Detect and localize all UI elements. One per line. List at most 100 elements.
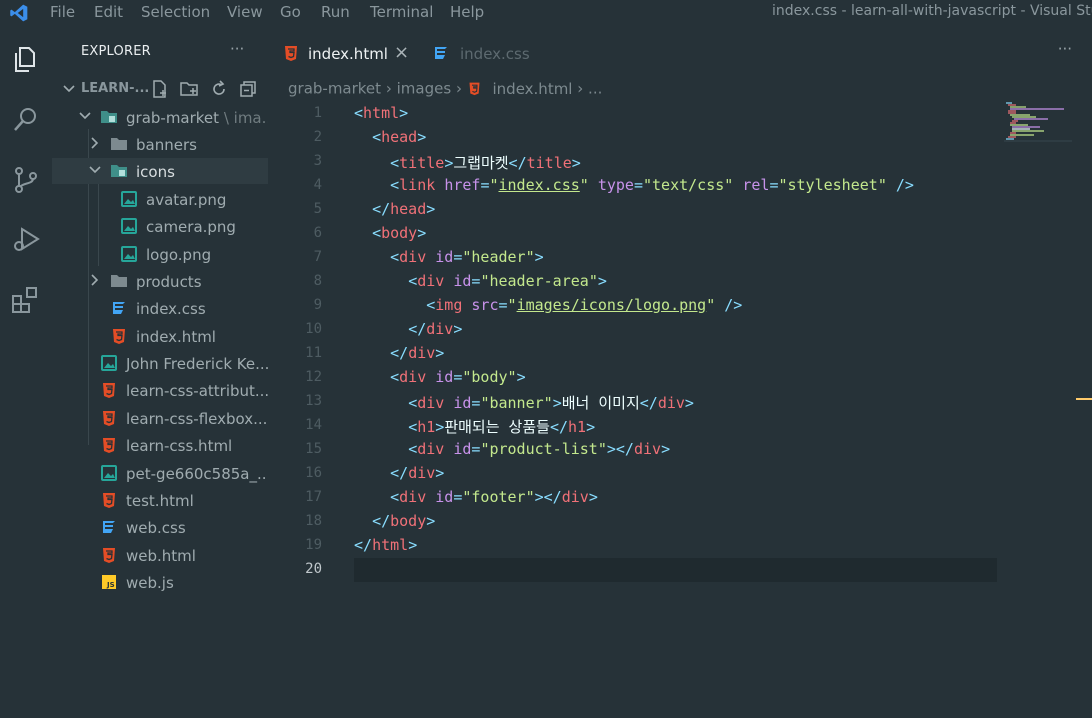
tree-label: test.html: [126, 492, 194, 510]
tree-item-icons[interactable]: icons: [52, 158, 268, 184]
code-line: 18 </body>: [268, 510, 1092, 534]
tree-item-camera-png[interactable]: camera.png: [52, 213, 268, 239]
menu-edit[interactable]: Edit: [94, 3, 123, 21]
new-folder-icon[interactable]: [179, 79, 199, 99]
tree-item-test-html[interactable]: test.html: [52, 487, 268, 513]
tree-item-learn-css-html[interactable]: learn-css.html: [52, 432, 268, 458]
line-number: 20: [305, 561, 322, 577]
tree-item-learn-css-flexbox[interactable]: learn-css-flexbox....: [52, 405, 272, 431]
close-icon[interactable]: ×: [394, 42, 409, 63]
breadcrumb-item[interactable]: images: [397, 80, 452, 98]
css-file-icon: [113, 302, 125, 314]
code-line: 4 <link href="index.css" type="text/css"…: [268, 174, 1092, 198]
line-number: 13: [305, 393, 322, 409]
refresh-icon[interactable]: [209, 79, 229, 99]
current-line-highlight: [354, 558, 997, 582]
breadcrumb-item[interactable]: ...: [588, 80, 602, 98]
tree-label: learn-css-attribut...: [126, 382, 270, 400]
tab-index-html[interactable]: index.html ×: [268, 36, 418, 72]
workspace-root[interactable]: LEARN-...: [52, 78, 268, 100]
line-number: 6: [313, 225, 322, 241]
explorer-more-button[interactable]: ···: [230, 40, 244, 58]
tree-item-banners[interactable]: banners: [52, 131, 268, 157]
js-file-icon: JS: [102, 575, 116, 589]
code-line: 6 <body>: [268, 222, 1092, 246]
activity-bar: [0, 36, 52, 718]
code-line: 15 <div id="product-list"></div>: [268, 438, 1092, 462]
editor-more-actions-button[interactable]: ···: [1058, 40, 1072, 58]
menu-terminal[interactable]: Terminal: [370, 3, 433, 21]
menu-selection[interactable]: Selection: [141, 3, 210, 21]
img-src-value[interactable]: images/icons/logo.png: [517, 296, 707, 314]
tree-item-web-css[interactable]: web.css: [52, 514, 268, 540]
line-number: 2: [313, 129, 322, 145]
tree-item-pet-image[interactable]: pet-ge660c585a_...: [52, 460, 272, 486]
code-line: 7 <div id="header">: [268, 246, 1092, 270]
tree-item-avatar-png[interactable]: avatar.png: [52, 186, 268, 212]
folder-open-icon: [111, 165, 127, 177]
breadcrumb-item[interactable]: grab-market: [288, 80, 381, 98]
tree-item-logo-png[interactable]: logo.png: [52, 241, 268, 267]
tree-item-john-frederick[interactable]: John Frederick Ke...: [52, 350, 270, 376]
folder-open-icon: [101, 111, 117, 123]
tree-item-web-html[interactable]: web.html: [52, 542, 268, 568]
line-number: 15: [305, 441, 322, 457]
run-debug-icon[interactable]: [10, 224, 42, 256]
tree-item-grab-market[interactable]: grab-market \ ima...: [52, 104, 276, 130]
breadcrumb-item[interactable]: index.html: [493, 80, 573, 98]
line-number: 9: [313, 297, 322, 313]
code-line: 14 <h1>판매되는 상품들</h1>: [268, 414, 1092, 438]
line-number: 1: [313, 105, 322, 121]
source-control-icon[interactable]: [10, 164, 42, 196]
css-file-icon: [435, 47, 447, 59]
extensions-icon[interactable]: [10, 284, 42, 316]
code-line-current[interactable]: 20: [268, 558, 1092, 582]
chevron-right-icon: ›: [385, 79, 392, 98]
code-line: 19 </html>: [268, 534, 1092, 558]
menu-view[interactable]: View: [227, 3, 263, 21]
tab-label: index.html: [308, 45, 388, 63]
menu-help[interactable]: Help: [450, 3, 484, 21]
minimap[interactable]: [1004, 102, 1076, 142]
tree-label: web.js: [126, 574, 174, 592]
code-line: 8 <div id="header-area">: [268, 270, 1092, 294]
search-icon[interactable]: [10, 104, 42, 136]
chevron-down-icon: [63, 85, 75, 93]
line-number: 4: [313, 177, 322, 193]
explorer-icon[interactable]: [10, 44, 42, 76]
tree-item-index-css[interactable]: index.css: [52, 295, 268, 321]
line-number: 5: [313, 201, 322, 217]
html-file-icon: [103, 383, 115, 398]
new-file-icon[interactable]: [150, 79, 170, 99]
chevron-right-icon: [91, 137, 99, 149]
tree-item-learn-css-attribut[interactable]: learn-css-attribut...: [52, 377, 270, 403]
tree-label: John Frederick Ke...: [126, 355, 270, 373]
image-file-icon: [121, 246, 137, 262]
tree-item-products[interactable]: products: [52, 268, 268, 294]
tree-label: web.html: [126, 547, 196, 565]
code-line: 12 <div id="body">: [268, 366, 1092, 390]
tree-label: icons: [136, 163, 175, 181]
html-file-icon: [103, 438, 115, 453]
code-line: 9 <img src="images/icons/logo.png" />: [268, 294, 1092, 318]
link-href-value[interactable]: index.css: [499, 176, 580, 194]
menu-file[interactable]: File: [50, 3, 75, 21]
menu-go[interactable]: Go: [280, 3, 301, 21]
tree-item-index-html[interactable]: index.html: [52, 323, 268, 349]
tree-label: index.html: [136, 328, 216, 346]
folder-icon: [111, 138, 127, 150]
css-file-icon: [103, 521, 115, 533]
breadcrumb: grab-market › images › index.html › ...: [288, 79, 602, 99]
code-line: 17 <div id="footer"></div>: [268, 486, 1092, 510]
tree-item-web-js[interactable]: JS web.js: [52, 569, 268, 595]
explorer-title: EXPLORER: [81, 44, 151, 59]
collapse-all-icon[interactable]: [238, 79, 258, 99]
code-line: 10 </div>: [268, 318, 1092, 342]
chevron-down-icon: [79, 112, 91, 120]
html-file-icon: [285, 46, 297, 61]
menu-run[interactable]: Run: [321, 3, 350, 21]
tree-label: pet-ge660c585a_...: [126, 465, 272, 483]
title-text: 그랩마켓: [453, 154, 509, 172]
tab-index-css[interactable]: index.css: [418, 36, 558, 72]
html-file-icon: [103, 548, 115, 563]
